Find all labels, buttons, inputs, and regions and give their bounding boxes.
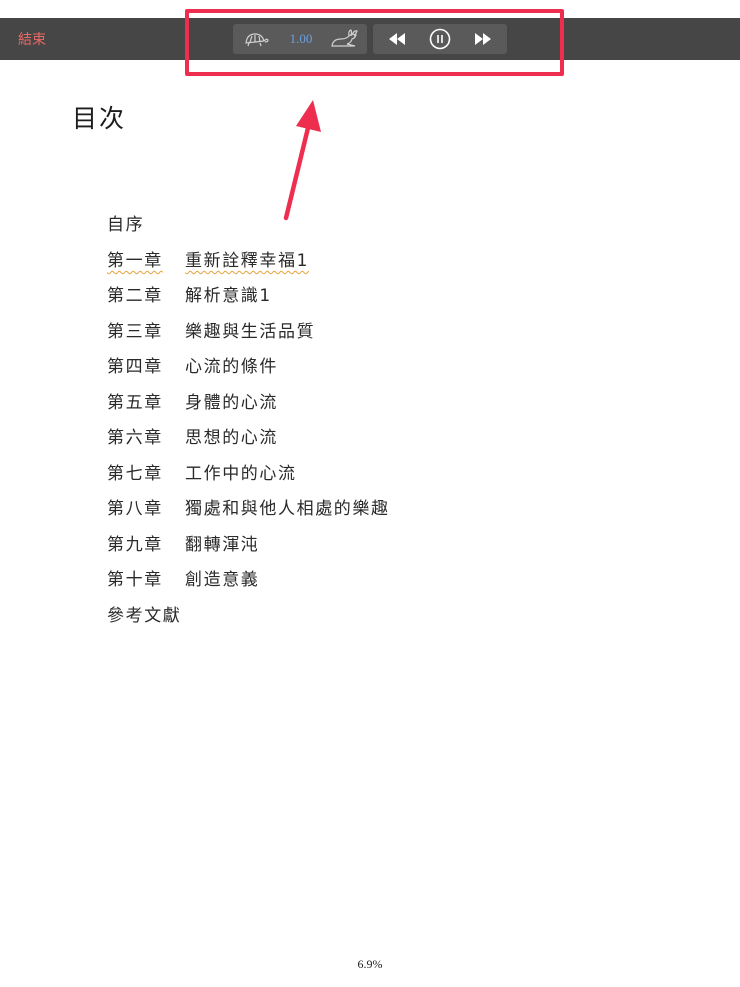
toc-item[interactable]: 第十章 創造意義 (107, 560, 507, 596)
playback-control-group (373, 24, 507, 54)
toc-chapter: 自序 (107, 215, 145, 236)
toc-chapter: 第六章 (107, 428, 163, 449)
toc-item[interactable]: 第三章 樂趣與生活品質 (107, 312, 507, 348)
toc-title: 目次 (72, 104, 127, 133)
toc-item[interactable]: 第九章 翻轉渾沌 (107, 525, 507, 561)
toc-item[interactable]: 參考文獻 (107, 596, 507, 632)
toc-name: 創造意義 (185, 570, 260, 591)
toc-chapter: 第三章 (107, 321, 163, 342)
toc-name: 思想的心流 (185, 428, 278, 449)
toc-chapter: 第八章 (107, 499, 163, 520)
toc-chapter: 第九章 (107, 534, 163, 555)
toc-chapter: 第一章 (107, 250, 163, 271)
toc-name: 工作中的心流 (185, 463, 297, 484)
toc-name: 獨處和與他人相處的樂趣 (185, 499, 390, 520)
toc-name: 心流的條件 (185, 357, 278, 378)
turtle-icon[interactable] (242, 30, 270, 48)
toc-item[interactable]: 自序 (107, 205, 507, 241)
toc-name: 身體的心流 (185, 392, 278, 413)
toc-name: 樂趣與生活品質 (185, 321, 316, 342)
toc-name: 翻轉渾沌 (185, 534, 260, 555)
end-button[interactable]: 結束 (18, 29, 46, 49)
toc-chapter: 參考文獻 (107, 605, 182, 626)
toc-item[interactable]: 第六章 思想的心流 (107, 418, 507, 454)
toc-chapter: 第十章 (107, 570, 163, 591)
toc-list: 自序 第一章 重新詮釋幸福1 第二章 解析意識1 第三章 樂趣與生活品質 第四章… (107, 205, 507, 631)
toc-chapter: 第四章 (107, 357, 163, 378)
toc-chapter: 第五章 (107, 392, 163, 413)
toc-item[interactable]: 第二章 解析意識1 (107, 276, 507, 312)
speed-value: 1.00 (289, 31, 313, 46)
toc-item[interactable]: 第七章 工作中的心流 (107, 454, 507, 490)
toc-item[interactable]: 第八章 獨處和與他人相處的樂趣 (107, 489, 507, 525)
reading-progress: 6.9% (357, 957, 383, 971)
red-arrow-annotation (283, 100, 321, 221)
toc-item[interactable]: 第四章 心流的條件 (107, 347, 507, 383)
toc-chapter: 第七章 (107, 463, 163, 484)
toc-item[interactable]: 第五章 身體的心流 (107, 383, 507, 419)
reader-toolbar: 結束 1.00 (0, 18, 740, 60)
toc-name: 解析意識1 (185, 286, 272, 307)
reader-page: 結束 1.00 目次 自序 第一章 重新詮釋幸福1 第二章 解析意識1 第三章 … (0, 0, 740, 987)
pause-icon[interactable] (429, 28, 451, 50)
speed-control-group: 1.00 (233, 24, 367, 54)
rabbit-icon[interactable] (329, 29, 359, 49)
toc-name: 重新詮釋幸福1 (185, 250, 310, 271)
rewind-icon[interactable] (388, 32, 406, 46)
fast-forward-icon[interactable] (474, 32, 492, 46)
toc-item[interactable]: 第一章 重新詮釋幸福1 (107, 241, 507, 277)
toc-chapter: 第二章 (107, 286, 163, 307)
